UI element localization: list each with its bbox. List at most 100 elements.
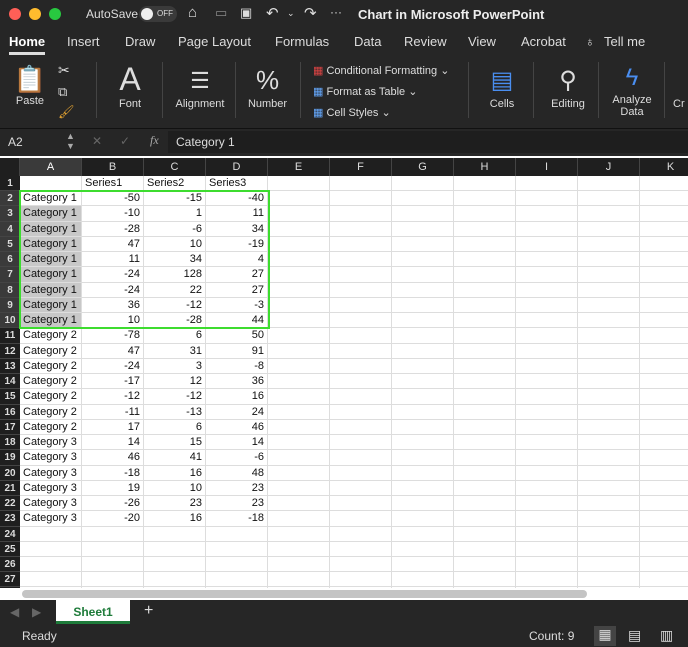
cell-J26[interactable] (578, 557, 640, 573)
cell-B1[interactable]: Series1 (82, 176, 144, 192)
row-header-27[interactable]: 27 (0, 572, 20, 588)
cell-I27[interactable] (516, 572, 578, 588)
cell-F6[interactable] (330, 252, 392, 268)
cell-F10[interactable] (330, 313, 392, 329)
cell-J14[interactable] (578, 374, 640, 390)
cell-H1[interactable] (454, 176, 516, 192)
cell-B13[interactable]: -24 (82, 358, 144, 375)
cell-G27[interactable] (392, 572, 454, 588)
cell-I16[interactable] (516, 404, 578, 420)
row-header-24[interactable]: 24 (0, 526, 20, 542)
cell-K9[interactable] (640, 298, 688, 314)
cell-B24[interactable] (82, 526, 144, 542)
cell-A10[interactable]: Category 1 (20, 313, 82, 329)
cell-I22[interactable] (516, 496, 578, 512)
cell-B23[interactable]: -20 (82, 511, 144, 527)
format-as-table-button[interactable]: ▦ Format as Table ⌄ (313, 85, 417, 98)
cell-J9[interactable] (578, 297, 640, 314)
cell-I11[interactable] (516, 328, 578, 344)
cell-G18[interactable] (392, 435, 454, 451)
cell-H4[interactable] (454, 221, 516, 237)
cell-G6[interactable] (392, 252, 454, 268)
spreadsheet-grid[interactable]: A B C D E F G H I J K 1 Series1 Series2 Series3 2 Catego… (0, 158, 688, 588)
cell-J17[interactable] (578, 419, 640, 436)
tab-data[interactable]: Data (354, 34, 381, 49)
maximize-button[interactable] (49, 8, 61, 20)
tab-formulas[interactable]: Formulas (275, 34, 329, 49)
cell-B12[interactable]: 47 (82, 343, 144, 359)
column-header-H[interactable]: H (454, 158, 516, 176)
cell-D26[interactable] (206, 557, 268, 573)
cell-E6[interactable] (268, 252, 330, 268)
cell-F26[interactable] (330, 557, 392, 573)
cell-F11[interactable] (330, 328, 392, 344)
tab-home[interactable]: Home (9, 34, 46, 55)
cell-C20[interactable]: 16 (144, 465, 206, 481)
cell-K22[interactable] (640, 496, 688, 512)
cell-D23[interactable]: -18 (206, 511, 268, 527)
row-header-3[interactable]: 3 (0, 206, 20, 222)
cell-E14[interactable] (268, 374, 330, 390)
cell-C9[interactable]: -12 (144, 297, 206, 314)
cell-J7[interactable] (578, 267, 640, 283)
autosave-toggle[interactable]: OFF (139, 6, 177, 22)
cell-H7[interactable] (454, 267, 516, 283)
cell-E22[interactable] (268, 496, 330, 512)
cell-B18[interactable]: 14 (82, 435, 144, 451)
create-button[interactable]: Cr (673, 98, 685, 110)
cell-F19[interactable] (330, 450, 392, 466)
cell-I9[interactable] (516, 297, 578, 314)
cell-D20[interactable]: 48 (206, 465, 268, 481)
cell-C8[interactable]: 22 (144, 282, 206, 298)
row-header-11[interactable]: 11 (0, 328, 20, 344)
cell-K3[interactable] (640, 206, 688, 222)
cell-K17[interactable] (640, 420, 688, 436)
cell-C14[interactable]: 12 (144, 374, 206, 390)
cell-G7[interactable] (392, 267, 454, 283)
cell-F15[interactable] (330, 389, 392, 405)
cell-A7[interactable]: Category 1 (20, 267, 82, 283)
cell-B6[interactable]: 11 (82, 252, 144, 268)
cell-K11[interactable] (640, 328, 688, 344)
paste-button[interactable]: 📋 Paste (10, 64, 50, 107)
cell-F7[interactable] (330, 267, 392, 283)
column-header-B[interactable]: B (82, 158, 144, 176)
cell-D2[interactable]: -40 (206, 191, 268, 207)
cell-B9[interactable]: 36 (82, 297, 144, 314)
cell-K18[interactable] (640, 435, 688, 451)
cell-H3[interactable] (454, 206, 516, 222)
column-header-C[interactable]: C (144, 158, 206, 176)
cell-K27[interactable] (640, 572, 688, 588)
tab-acrobat[interactable]: Acrobat (521, 34, 566, 49)
cell-E26[interactable] (268, 557, 330, 573)
cell-F17[interactable] (330, 419, 392, 436)
cell-C27[interactable] (144, 572, 206, 588)
cell-E27[interactable] (268, 572, 330, 588)
cell-F4[interactable] (330, 221, 392, 237)
cell-C26[interactable] (144, 557, 206, 573)
cell-C13[interactable]: 3 (144, 358, 206, 375)
cell-G3[interactable] (392, 206, 454, 222)
cell-H14[interactable] (454, 374, 516, 390)
cell-K19[interactable] (640, 450, 688, 466)
next-sheet-icon[interactable]: ▶ (32, 605, 41, 619)
cell-G1[interactable] (392, 176, 454, 192)
cell-K12[interactable] (640, 344, 688, 359)
cell-I19[interactable] (516, 450, 578, 466)
cell-C7[interactable]: 128 (144, 267, 206, 283)
cell-C19[interactable]: 41 (144, 450, 206, 466)
cell-B19[interactable]: 46 (82, 450, 144, 466)
cell-B10[interactable]: 10 (82, 313, 144, 329)
cell-E20[interactable] (268, 465, 330, 481)
cell-B22[interactable]: -26 (82, 496, 144, 512)
cell-H8[interactable] (454, 282, 516, 298)
prev-sheet-icon[interactable]: ◀ (10, 605, 19, 619)
row-header-25[interactable]: 25 (0, 541, 20, 557)
minimize-button[interactable] (29, 8, 41, 20)
cell-J13[interactable] (578, 358, 640, 375)
cell-F22[interactable] (330, 496, 392, 512)
cell-J15[interactable] (578, 389, 640, 405)
cell-K24[interactable] (640, 527, 688, 542)
cell-I18[interactable] (516, 435, 578, 451)
row-header-8[interactable]: 8 (0, 282, 20, 298)
